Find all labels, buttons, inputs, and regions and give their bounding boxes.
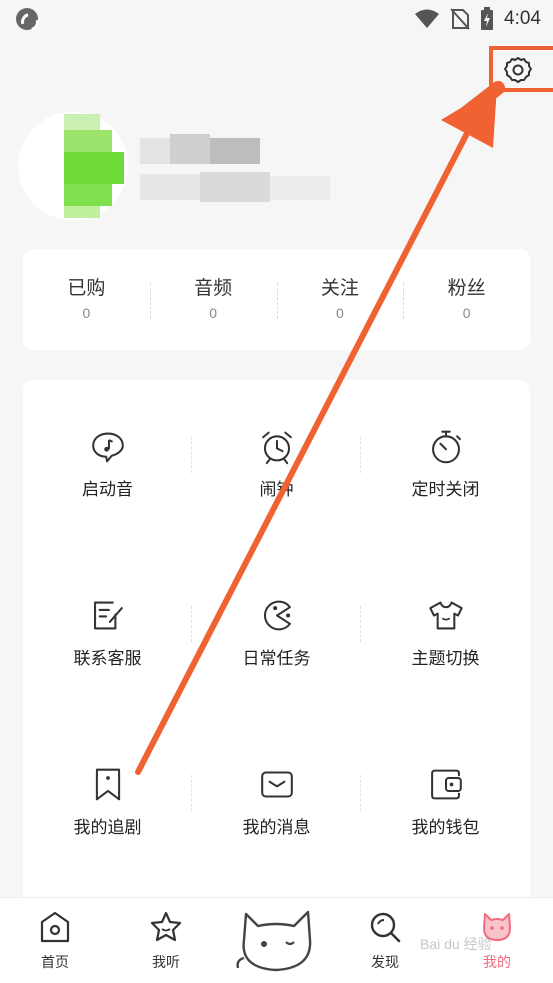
speech-bubble-music-icon bbox=[91, 432, 124, 463]
stats-card: 已购 0 音频 0 关注 0 粉丝 0 bbox=[23, 249, 530, 350]
grid-item-label: 日常任务 bbox=[242, 649, 311, 669]
no-sim-icon bbox=[450, 8, 470, 30]
stat-following[interactable]: 关注 0 bbox=[276, 249, 404, 350]
pacman-icon bbox=[263, 600, 291, 631]
stat-fans[interactable]: 粉丝 0 bbox=[403, 249, 530, 350]
stat-value: 0 bbox=[462, 305, 471, 321]
grid-item-my-messages[interactable]: 我的消息 bbox=[192, 718, 361, 838]
stat-purchased[interactable]: 已购 0 bbox=[23, 249, 150, 350]
center-play-cat-button[interactable] bbox=[232, 910, 320, 974]
grid-item-my-series[interactable]: 我的追剧 bbox=[23, 718, 192, 838]
grid-item-my-wallet[interactable]: 我的钱包 bbox=[361, 718, 530, 838]
stat-label: 音频 bbox=[194, 277, 233, 299]
grid-item-label: 启动音 bbox=[82, 480, 133, 500]
star-icon bbox=[150, 911, 182, 942]
tshirt-icon bbox=[428, 601, 463, 630]
grid-item-sleep-timer[interactable]: 定时关闭 bbox=[361, 380, 530, 500]
nav-label: 首页 bbox=[41, 955, 69, 971]
status-time: 4:04 bbox=[504, 8, 541, 29]
nav-listen[interactable]: 我听 bbox=[126, 910, 206, 972]
home-icon bbox=[40, 911, 70, 943]
feature-grid: 启动音 闹钟 定时关闭 联系客服 日常任务 主题切换 我的追剧 我的消息 我的钱… bbox=[23, 380, 530, 920]
search-icon bbox=[370, 912, 401, 943]
wallet-icon bbox=[430, 769, 462, 800]
grid-item-daily-tasks[interactable]: 日常任务 bbox=[192, 549, 361, 669]
user-name-blurred bbox=[140, 134, 260, 168]
settings-button[interactable] bbox=[495, 50, 541, 90]
nav-home[interactable]: 首页 bbox=[15, 910, 95, 972]
stopwatch-icon bbox=[431, 430, 461, 464]
stat-value: 0 bbox=[335, 305, 344, 321]
grid-item-label: 我的追剧 bbox=[73, 818, 142, 838]
status-right: 4:04 bbox=[414, 6, 541, 32]
status-bar: 4:04 bbox=[0, 0, 553, 40]
alarm-clock-icon bbox=[261, 431, 292, 465]
nav-label: 我的 bbox=[483, 955, 511, 971]
grid-item-label: 闹钟 bbox=[259, 480, 294, 500]
envelope-icon bbox=[260, 771, 293, 798]
nav-label: 发现 bbox=[371, 955, 399, 971]
user-id-blurred bbox=[140, 172, 330, 202]
app-notification-icon bbox=[16, 8, 38, 30]
gear-icon bbox=[504, 57, 532, 83]
grid-item-startup-sound[interactable]: 启动音 bbox=[23, 380, 192, 500]
battery-icon bbox=[481, 7, 494, 30]
bookmark-icon bbox=[95, 768, 120, 801]
stat-label: 关注 bbox=[320, 277, 359, 299]
grid-item-label: 主题切换 bbox=[411, 649, 480, 669]
stat-label: 已购 bbox=[67, 277, 106, 299]
grid-item-customer-service[interactable]: 联系客服 bbox=[23, 549, 192, 669]
stat-label: 粉丝 bbox=[447, 277, 486, 299]
grid-item-alarm[interactable]: 闹钟 bbox=[192, 380, 361, 500]
nav-label: 我听 bbox=[152, 955, 180, 971]
grid-item-label: 联系客服 bbox=[73, 649, 142, 669]
nav-discover[interactable]: 发现 bbox=[345, 910, 425, 972]
stat-value: 0 bbox=[82, 305, 91, 321]
watermark: Bai du 经验 bbox=[420, 936, 492, 952]
avatar[interactable] bbox=[64, 114, 128, 218]
stat-audio[interactable]: 音频 0 bbox=[149, 249, 277, 350]
stat-value: 0 bbox=[209, 305, 218, 321]
grid-item-label: 我的消息 bbox=[242, 818, 311, 838]
wifi-icon bbox=[415, 9, 440, 28]
grid-item-label: 我的钱包 bbox=[411, 818, 480, 838]
grid-item-theme-switch[interactable]: 主题切换 bbox=[361, 549, 530, 669]
grid-item-label: 定时关闭 bbox=[411, 480, 480, 500]
edit-note-icon bbox=[93, 601, 123, 630]
